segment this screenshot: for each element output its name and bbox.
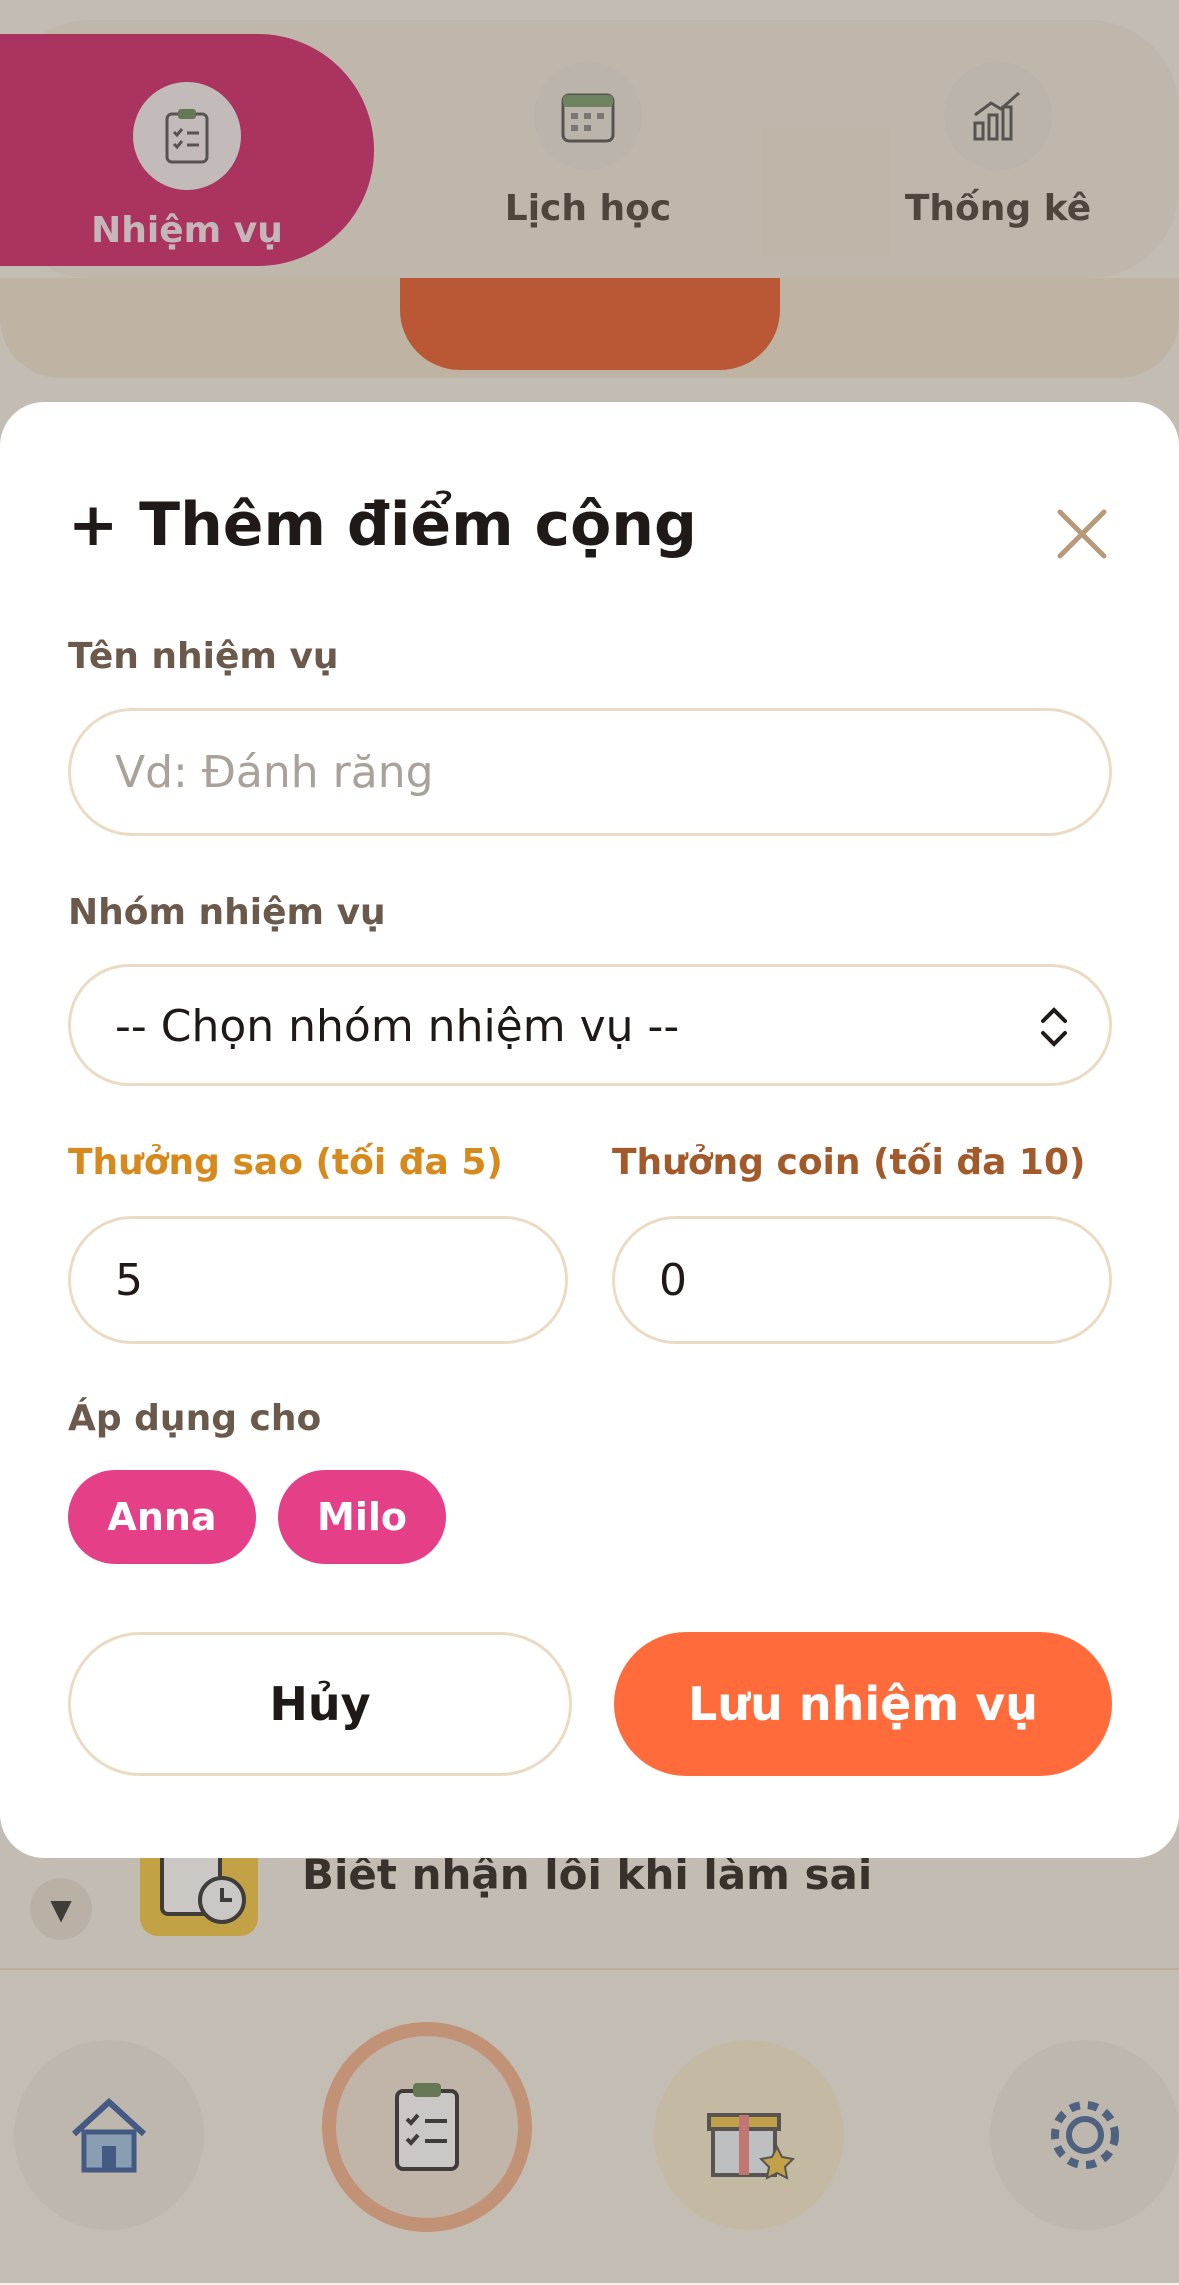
task-name-label: Tên nhiệm vụ bbox=[68, 636, 339, 677]
modal-title: + Thêm điểm cộng bbox=[68, 490, 697, 560]
coins-label: Thưởng coin (tối đa 10) bbox=[612, 1142, 1086, 1183]
apply-to-label: Áp dụng cho bbox=[68, 1398, 322, 1439]
stars-input[interactable] bbox=[68, 1216, 568, 1344]
task-group-label: Nhóm nhiệm vụ bbox=[68, 892, 386, 933]
cancel-button[interactable]: Hủy bbox=[68, 1632, 572, 1776]
task-group-select[interactable]: -- Chọn nhóm nhiệm vụ -- bbox=[68, 964, 1112, 1086]
stars-label: Thưởng sao (tối đa 5) bbox=[68, 1142, 503, 1183]
save-task-button[interactable]: Lưu nhiệm vụ bbox=[614, 1632, 1112, 1776]
task-group-selected: -- Chọn nhóm nhiệm vụ -- bbox=[115, 1001, 680, 1052]
close-icon[interactable] bbox=[1052, 504, 1112, 564]
chevron-up-down-icon bbox=[1039, 1005, 1069, 1053]
task-name-input[interactable] bbox=[68, 708, 1112, 836]
child-chip-milo[interactable]: Milo bbox=[278, 1470, 446, 1564]
coins-input[interactable] bbox=[612, 1216, 1112, 1344]
child-chip-anna[interactable]: Anna bbox=[68, 1470, 256, 1564]
